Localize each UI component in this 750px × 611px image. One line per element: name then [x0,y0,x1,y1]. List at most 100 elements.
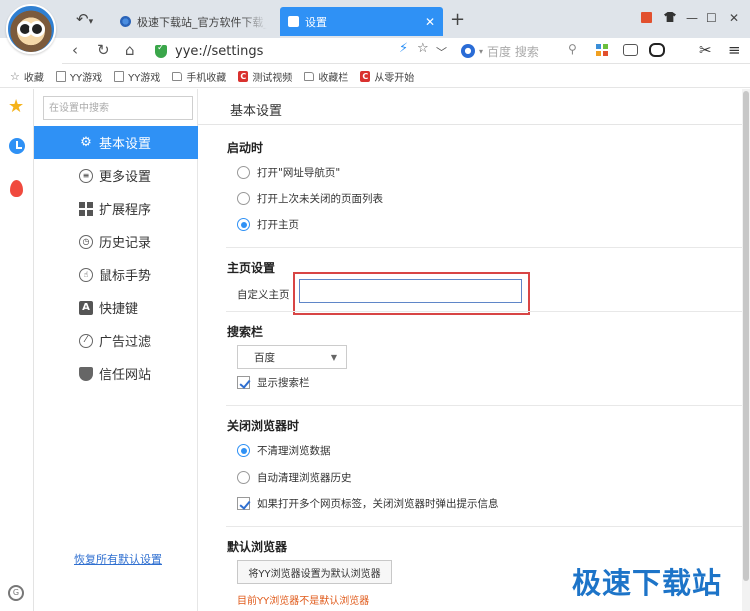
chevron-down-icon[interactable]: ▾ [479,47,483,56]
radio-button[interactable] [237,166,250,179]
history-clock-icon[interactable] [9,138,25,154]
bookmark-item[interactable]: 收藏栏 [304,69,348,84]
homepage-label: 自定义主页 [237,289,290,301]
search-placeholder[interactable]: 百度 搜索 [487,43,539,60]
star-icon: ☆ [10,70,20,83]
search-icon[interactable]: ⚲ [568,42,577,56]
tab-download-site[interactable]: 极速下载站_官方软件下载_最 [112,7,275,36]
browser-logo[interactable] [6,4,56,54]
menu-icon[interactable]: ≡ [728,41,741,59]
minimize-button[interactable]: — [686,11,698,25]
secure-shield-icon [155,43,167,58]
site-favicon-icon [120,16,131,27]
divider [198,124,742,125]
skin-icon[interactable] [664,12,676,22]
gift-icon[interactable] [641,12,652,23]
radio-button[interactable] [237,471,250,484]
startup-option-homepage[interactable]: 打开主页 [237,217,299,232]
close-tab-icon[interactable]: ✕ [425,15,435,29]
hot-fire-icon[interactable] [10,180,23,197]
block-icon: ⁄ [79,333,93,348]
red-c-icon: C [360,71,371,82]
home-icon[interactable]: ⌂ [125,41,135,59]
show-searchbar-option[interactable]: 显示搜索栏 [237,375,310,390]
screenshot-icon[interactable]: ✂ [699,41,712,59]
radio-button-selected[interactable] [237,218,250,231]
settings-nav: ⚙ 基本设置 ≡ 更多设置 扩展程序 ◷ 历史记录 ☝ 鼠标手势 A 快捷键 ⁄ 广告过滤 … [34,126,198,390]
title-bar: ↶▾ 极速下载站_官方软件下载_最 设置 ✕ + — ☐ ✕ [0,0,750,54]
undo-close-tab-button[interactable]: ↶▾ [76,10,93,28]
section-default-browser-title: 默认浏览器 [227,540,288,554]
sidebar-item-basic[interactable]: ⚙ 基本设置 [34,126,198,159]
bookmark-item[interactable]: 手机收藏 [172,69,226,84]
sidebar-item-shortcuts[interactable]: A 快捷键 [34,291,198,324]
rail-bottom-icon[interactable]: G [8,585,24,601]
divider [226,526,742,527]
baidu-paw-icon[interactable]: ● [461,44,475,58]
section-homepage-title: 主页设置 [227,261,276,275]
panda-icon[interactable] [649,43,665,57]
shield-icon [79,366,93,381]
checkbox-checked[interactable] [237,497,250,510]
new-tab-button[interactable]: + [450,9,465,30]
page-icon [55,71,66,82]
dropdown-arrow-icon[interactable]: ▼ [322,346,346,368]
divider [226,405,742,406]
page-icon [288,16,299,27]
bookmark-item[interactable]: C 从零开始 [360,69,414,84]
radio-button[interactable] [237,192,250,205]
scrollbar[interactable] [742,89,750,611]
close-window-button[interactable]: ✕ [729,11,739,25]
restore-defaults-link[interactable]: 恢复所有默认设置 [74,551,162,567]
bookmark-star-icon[interactable]: ☆ [417,41,429,56]
divider [226,247,742,248]
sidebar-item-adblock[interactable]: ⁄ 广告过滤 [34,324,198,357]
scrollbar-thumb[interactable] [743,91,749,581]
sidebar-item-gestures[interactable]: ☝ 鼠标手势 [34,258,198,291]
bookmarks-bar: ☆ 收藏 YY游戏 YY游戏 手机收藏 C 测试视频 收藏栏 C 从零开始 [0,66,750,88]
sidebar-item-trusted[interactable]: 信任网站 [34,357,198,390]
sidebar-item-history[interactable]: ◷ 历史记录 [34,225,198,258]
divider [226,311,742,312]
settings-sidebar: ⚙基本设置 ≡更多设置 扩展程序 ◷历史记录 ☝鼠标手势 A快捷键 ⁄广告过滤 … [34,89,198,611]
radio-button-selected[interactable] [237,444,250,457]
bookmark-item[interactable]: YY游戏 [55,69,102,84]
apps-icon[interactable] [596,44,608,56]
sidebar-item-more[interactable]: ≡ 更多设置 [34,159,198,192]
startup-option-nav[interactable]: 打开"网址导航页" [237,165,340,180]
homepage-input[interactable] [299,279,522,303]
address-text[interactable]: yye://settings [175,44,263,59]
navigation-bar: ‹ ↻ ⌂ yye://settings ⚡ ☆ ﹀ ● ▾ 百度 搜索 ⚲ ✂… [62,38,750,64]
startup-option-restore[interactable]: 打开上次未关闭的页面列表 [237,191,383,206]
back-icon[interactable]: ‹ [72,41,78,59]
favorites-star-icon[interactable]: ★ [8,96,24,117]
watermark: 极速下载站 [572,566,723,600]
tiles-icon [79,201,93,216]
reload-icon[interactable]: ↻ [97,41,110,59]
close-option-keep[interactable]: 不清理浏览数据 [237,443,331,458]
section-close-title: 关闭浏览器时 [227,419,300,433]
bookmark-item[interactable]: YY游戏 [114,69,160,84]
chevron-down-icon[interactable]: ﹀ [436,44,447,60]
section-startup-title: 启动时 [227,141,264,155]
tab-title: 设置 [305,15,327,29]
red-c-icon: C [238,71,249,82]
lightning-icon[interactable]: ⚡ [399,41,408,56]
close-warn-option[interactable]: 如果打开多个网页标签，关闭浏览器时弹出提示信息 [237,496,499,511]
section-searchbar-title: 搜索栏 [227,325,264,339]
settings-content: 基本设置 启动时 打开"网址导航页" 打开上次未关闭的页面列表 打开主页 主页设… [198,89,742,611]
checkbox-checked[interactable] [237,376,250,389]
bookmark-item[interactable]: C 测试视频 [238,69,292,84]
settings-search-input[interactable] [43,96,193,120]
tab-settings[interactable]: 设置 ✕ [280,7,443,36]
search-box[interactable]: ● ▾ 百度 搜索 [461,41,581,61]
sidebar-item-extensions[interactable]: 扩展程序 [34,192,198,225]
maximize-button[interactable]: ☐ [706,11,717,25]
page-icon [114,71,125,82]
search-engine-select[interactable]: 百度 ▼ [237,345,347,369]
set-default-browser-button[interactable]: 将YY浏览器设置为默认浏览器 [237,560,392,584]
bookmark-item[interactable]: ☆ 收藏 [10,69,44,84]
game-icon[interactable] [623,44,638,56]
a-key-icon: A [79,300,93,315]
close-option-clear[interactable]: 自动清理浏览器历史 [237,470,352,485]
